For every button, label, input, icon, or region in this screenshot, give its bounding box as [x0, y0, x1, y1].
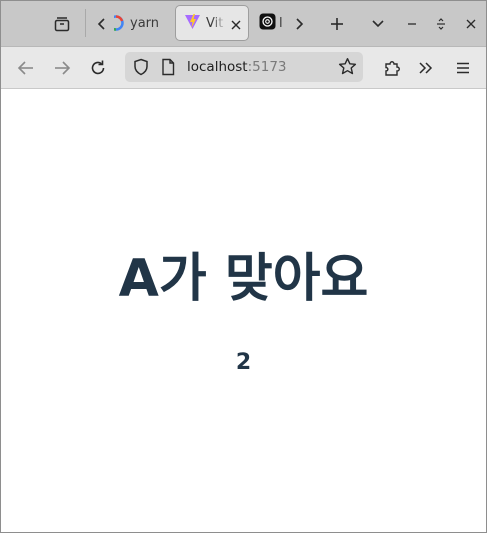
- tab-vite[interactable]: Vit: [175, 5, 249, 41]
- vite-icon: [184, 13, 201, 34]
- tab-title: l: [279, 15, 283, 31]
- puzzle-icon[interactable]: [381, 57, 403, 79]
- chevron-left-icon[interactable]: [93, 13, 111, 35]
- tab-title: yarn: [130, 15, 160, 31]
- plus-icon[interactable]: [326, 13, 348, 35]
- minimize-icon[interactable]: [405, 13, 419, 35]
- tab-yarn[interactable]: yarn: [113, 5, 171, 41]
- chevron-down-icon[interactable]: [367, 13, 389, 35]
- page-heading: A가 맞아요: [118, 249, 369, 309]
- tab-fade: [157, 5, 171, 41]
- url-text[interactable]: localhost:5173: [187, 59, 287, 75]
- url-host: localhost: [187, 59, 248, 75]
- hamburger-icon[interactable]: [452, 57, 474, 79]
- tab-strip: yarn Vit: [1, 1, 486, 47]
- close-icon[interactable]: [464, 13, 478, 35]
- google-icon: [114, 15, 124, 31]
- tab-separator: [85, 9, 86, 37]
- restore-icon[interactable]: [434, 13, 448, 35]
- arrow-left-icon[interactable]: [15, 57, 37, 79]
- page-icon[interactable]: [161, 58, 175, 80]
- count-value: 2: [235, 350, 252, 375]
- chatgpt-icon: [259, 13, 276, 34]
- shield-icon[interactable]: [133, 58, 149, 80]
- tab-overview-icon[interactable]: [51, 13, 73, 35]
- url-port: :5173: [247, 59, 287, 75]
- double-chevron-icon[interactable]: [415, 57, 437, 79]
- browser-window: yarn Vit: [0, 0, 487, 533]
- tab-fade: [212, 6, 226, 40]
- chevron-right-icon[interactable]: [290, 13, 308, 35]
- reload-icon[interactable]: [87, 57, 109, 79]
- arrow-right-icon[interactable]: [51, 57, 73, 79]
- navigation-toolbar: localhost:5173: [1, 47, 486, 89]
- page-content: A가 맞아요 2: [1, 89, 486, 532]
- star-icon[interactable]: [338, 57, 357, 80]
- url-bar[interactable]: localhost:5173: [125, 52, 363, 82]
- tab-chatgpt[interactable]: l: [255, 5, 285, 41]
- close-tab-icon[interactable]: [230, 16, 242, 35]
